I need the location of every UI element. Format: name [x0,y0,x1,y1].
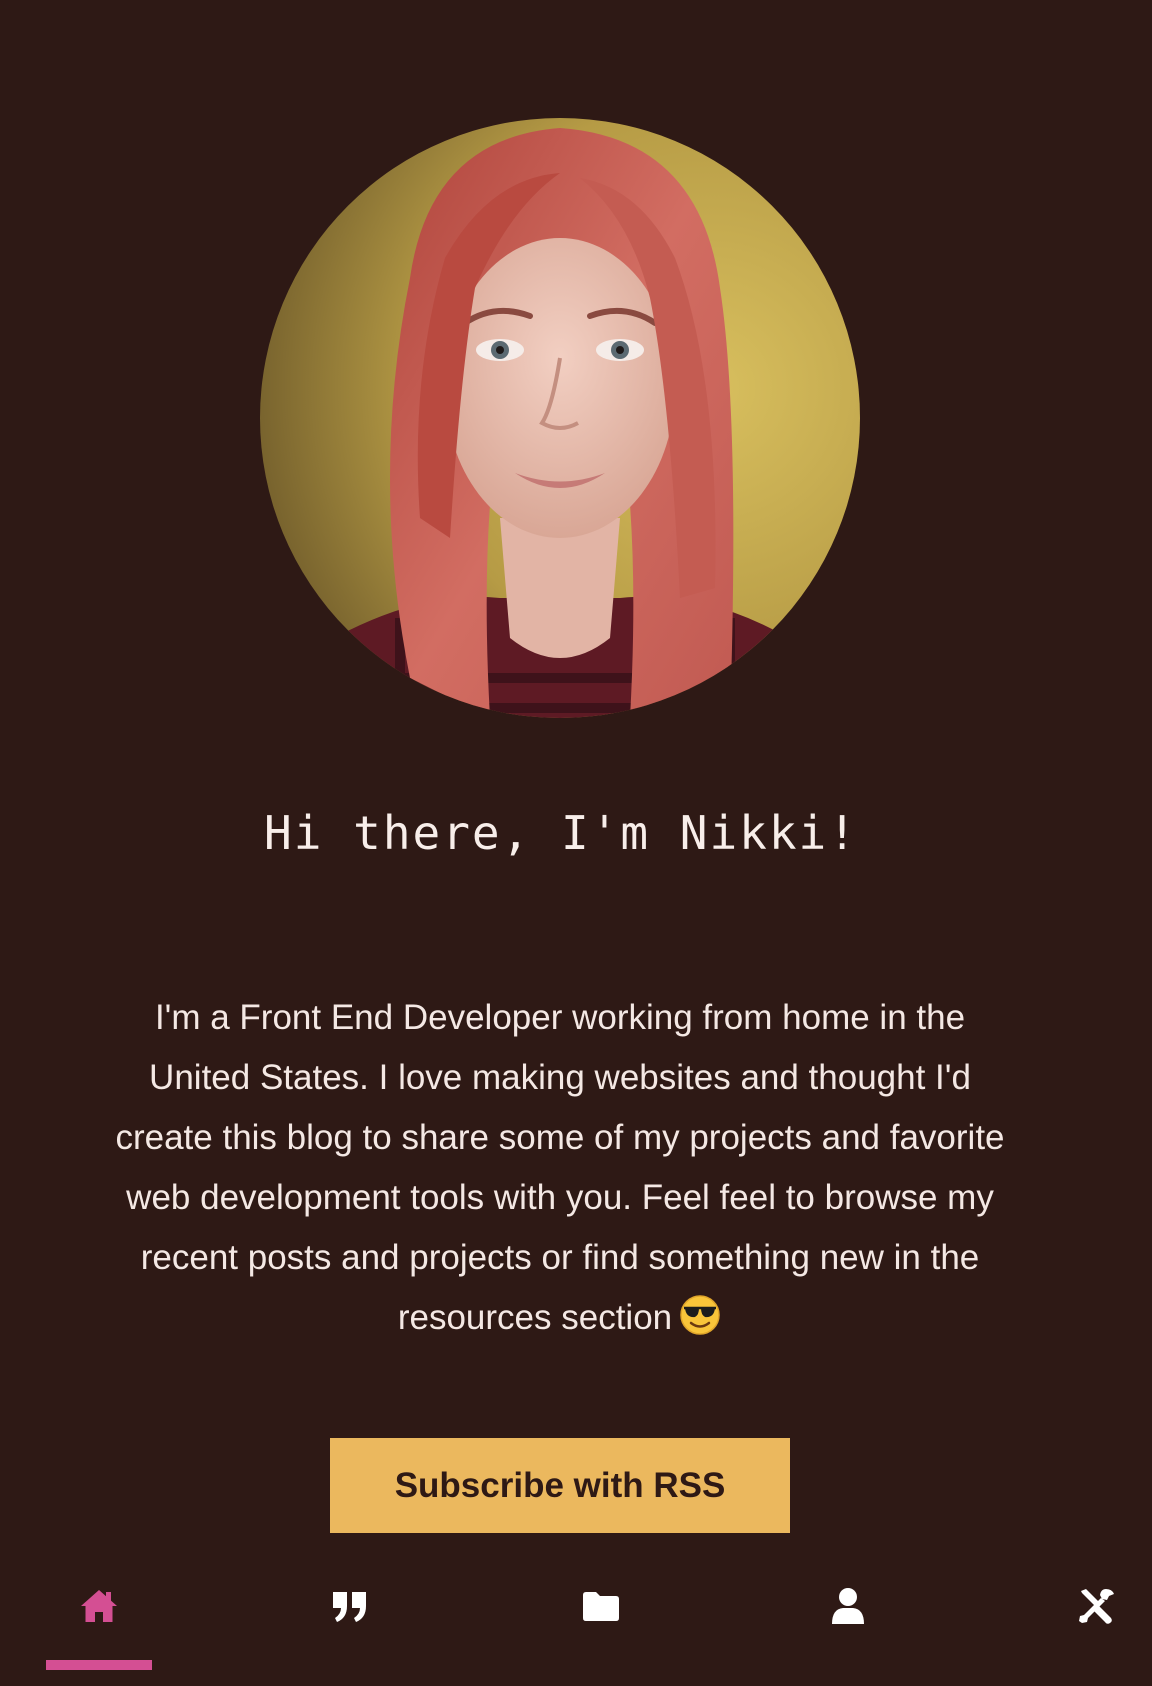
nav-projects[interactable] [548,1572,654,1686]
nav-about[interactable] [795,1572,901,1686]
folder-icon [581,1586,621,1626]
home-icon [79,1586,119,1626]
intro-bio-text: I'm a Front End Developer working from h… [115,998,1005,1337]
tools-icon [1076,1586,1116,1626]
bottom-nav [0,1572,1152,1686]
nav-quotes[interactable] [297,1572,403,1686]
user-icon [828,1586,868,1626]
intro-bio: I'm a Front End Developer working from h… [110,988,1010,1348]
profile-photo [260,118,860,718]
nav-home[interactable] [46,1572,152,1686]
sunglasses-smiley-icon [678,1293,722,1337]
subscribe-rss-button[interactable]: Subscribe with RSS [330,1438,790,1533]
profile-avatar [260,118,860,718]
nav-resources[interactable] [1043,1572,1149,1686]
nav-active-indicator [46,1660,152,1670]
page-title: Hi there, I'm Nikki! [264,806,858,860]
quote-icon [330,1586,370,1626]
